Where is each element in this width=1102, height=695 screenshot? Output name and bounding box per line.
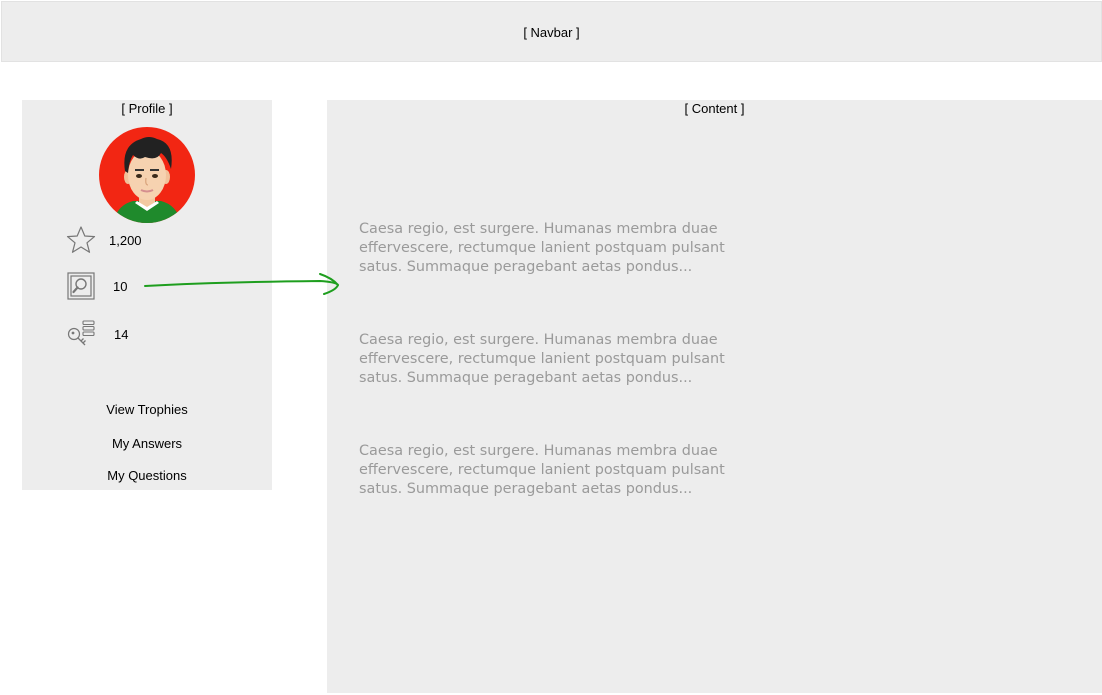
profile-label: [ Profile ] xyxy=(121,101,173,116)
content-panel: [ Content ] Caesa regio, est surgere. Hu… xyxy=(327,100,1102,693)
questions-stat: 14 xyxy=(65,318,128,350)
reputation-value: 1,200 xyxy=(109,232,142,248)
key-list-icon xyxy=(65,318,97,350)
answers-value: 10 xyxy=(113,278,128,294)
avatar xyxy=(99,127,195,223)
my-answers-link[interactable]: My Answers xyxy=(22,436,272,451)
navbar-label: [ Navbar ] xyxy=(523,25,580,40)
questions-value: 14 xyxy=(114,326,129,342)
answers-stat: 10 xyxy=(65,270,127,302)
content-label: [ Content ] xyxy=(684,101,745,116)
view-trophies-link[interactable]: View Trophies xyxy=(22,402,272,417)
my-questions-link[interactable]: My Questions xyxy=(22,468,272,483)
answer-excerpt[interactable]: Caesa regio, est surgere. Humanas membra… xyxy=(359,220,739,277)
answer-excerpt[interactable]: Caesa regio, est surgere. Humanas membra… xyxy=(359,442,739,499)
navbar: [ Navbar ] xyxy=(1,1,1102,62)
answer-excerpt[interactable]: Caesa regio, est surgere. Humanas membra… xyxy=(359,331,739,388)
annotation-arrow xyxy=(144,273,340,295)
search-document-icon xyxy=(65,270,97,302)
reputation-stat: 1,200 xyxy=(65,224,142,256)
star-icon xyxy=(65,224,97,256)
